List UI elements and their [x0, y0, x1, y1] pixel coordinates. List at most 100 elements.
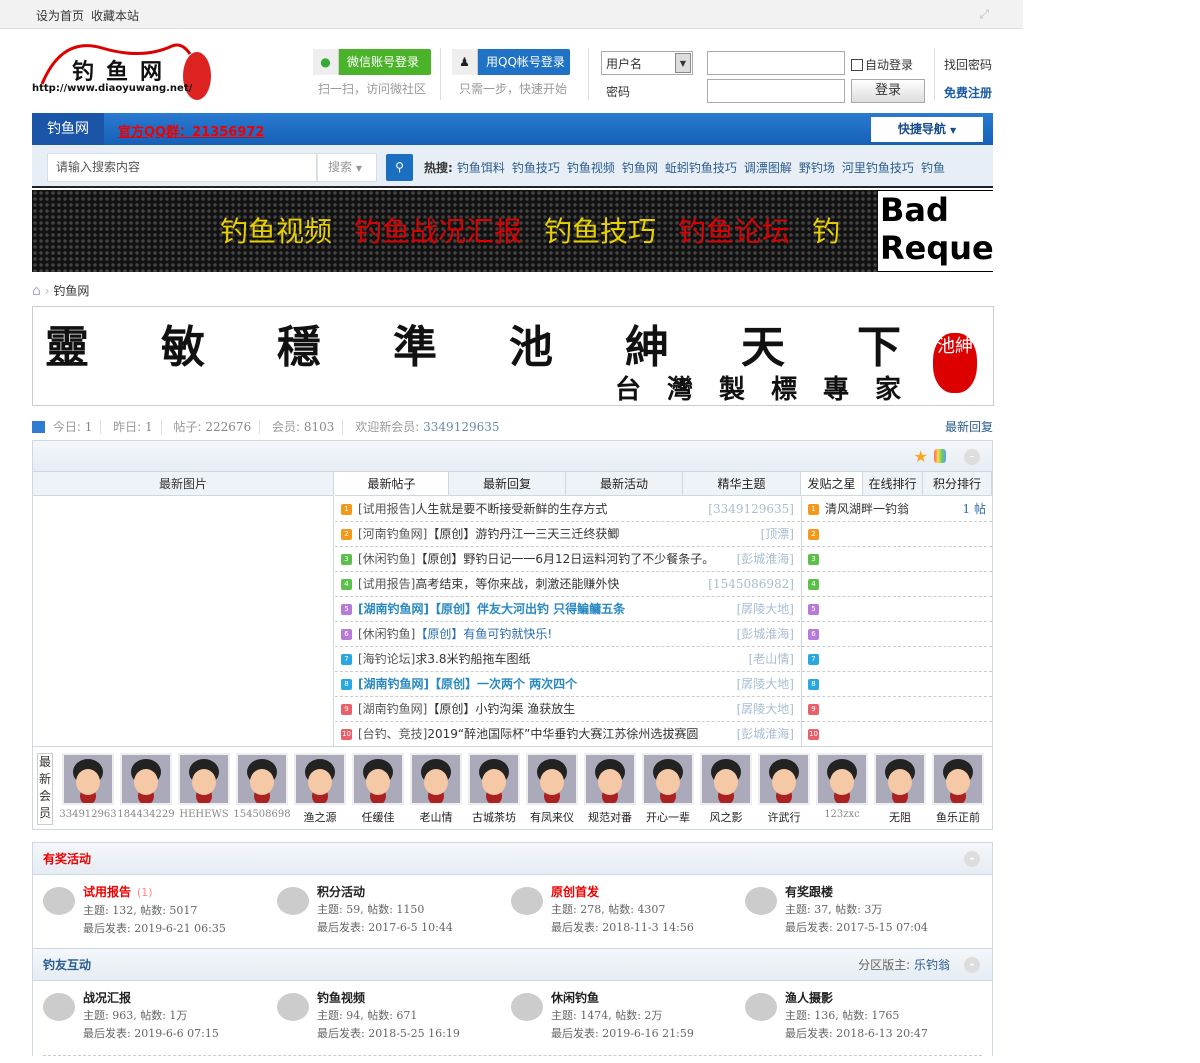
- member-name[interactable]: 有凤来仪: [523, 809, 581, 825]
- post-author[interactable]: [3349129635]: [708, 497, 794, 521]
- avatar[interactable]: [410, 753, 462, 805]
- banner-item[interactable]: 钓鱼视频: [220, 215, 332, 248]
- site-logo[interactable]: 钓鱼网 http://www.diaoyuwang.net/: [32, 36, 222, 106]
- member-item[interactable]: 334912963: [59, 753, 117, 825]
- avatar[interactable]: [932, 753, 984, 805]
- member-name[interactable]: 123zxc: [813, 809, 871, 820]
- member-item[interactable]: 有凤来仪: [523, 753, 581, 825]
- post-category[interactable]: [试用报告]: [358, 577, 415, 591]
- hot-search-link[interactable]: 河里钓鱼技巧: [842, 161, 914, 175]
- search-type-select[interactable]: 搜索 ▼: [317, 153, 377, 182]
- banner-item[interactable]: 钓鱼战况汇报: [354, 215, 522, 248]
- post-title[interactable]: 高考结束，等你来战，刺激还能赚外快: [415, 577, 619, 591]
- member-name[interactable]: 老山情: [407, 809, 465, 825]
- member-item[interactable]: 风之影: [697, 753, 755, 825]
- search-input[interactable]: 请输入搜索内容: [47, 153, 317, 182]
- member-name[interactable]: 任缓佳: [349, 809, 407, 825]
- hot-search-link[interactable]: 钓鱼网: [622, 161, 658, 175]
- forum-name[interactable]: 战况汇报: [83, 991, 131, 1005]
- post-author[interactable]: [彭城淮海]: [737, 722, 794, 746]
- member-name[interactable]: 154508698: [233, 809, 291, 820]
- post-row[interactable]: 4 [试用报告]高考结束，等你来战，刺激还能赚外快 [1545086982]: [335, 572, 800, 597]
- forum-last-post[interactable]: 最后发表: 2018-11-3 14:56: [551, 919, 735, 937]
- collapse-icon[interactable]: -: [964, 851, 980, 867]
- post-category[interactable]: [休闲钓鱼]: [358, 627, 415, 641]
- post-row[interactable]: 2 [河南钓鱼网]【原创】游钓丹江一三天三迁终获鲫 [顶漂]: [335, 522, 800, 547]
- forum-item[interactable]: 有奖跟楼 主题: 37, 帖数: 3万 最后发表: 2017-5-15 07:04: [735, 883, 969, 949]
- newest-member-link[interactable]: 3349129635: [423, 420, 499, 434]
- member-item[interactable]: 许武行: [755, 753, 813, 825]
- moderator-link[interactable]: 乐钓翁: [914, 958, 950, 972]
- post-category[interactable]: [湖南钓鱼网]: [358, 602, 429, 616]
- forum-name[interactable]: 原创首发: [551, 885, 599, 899]
- post-row[interactable]: 3 [休闲钓鱼]【原创】野钓日记一一6月12日运料河钓了不少餐条子。 [彭城淮海]: [335, 547, 800, 572]
- forum-name[interactable]: 钓鱼视频: [317, 991, 365, 1005]
- post-author[interactable]: [孱陵大地]: [737, 697, 794, 721]
- post-title[interactable]: 【原创】一次两个 两次四个: [429, 677, 577, 691]
- avatar[interactable]: [178, 753, 230, 805]
- member-item[interactable]: 184434229: [117, 753, 175, 825]
- fullscreen-icon[interactable]: ⤢: [979, 7, 989, 22]
- member-item[interactable]: 规范对番: [581, 753, 639, 825]
- member-item[interactable]: 老山情: [407, 753, 465, 825]
- forum-name[interactable]: 试用报告: [83, 885, 131, 899]
- post-author[interactable]: [老山情]: [749, 647, 794, 671]
- avatar[interactable]: [526, 753, 578, 805]
- avatar[interactable]: [816, 753, 868, 805]
- post-row[interactable]: 1 [试用报告]人生就是要不断接受新鲜的生存方式 [3349129635]: [335, 497, 800, 522]
- forum-last-post[interactable]: 最后发表: 2018-6-13 20:47: [785, 1025, 969, 1043]
- member-name[interactable]: 古城茶坊: [465, 809, 523, 825]
- forum-last-post[interactable]: 最后发表: 2019-6-6 07:15: [83, 1025, 267, 1043]
- member-name[interactable]: 184434229: [117, 809, 175, 820]
- qq-group-link[interactable]: 官方QQ群：21356972: [118, 121, 264, 140]
- post-row[interactable]: 5 [湖南钓鱼网]【原创】伴友大河出钓 只得鳊鳙五条 [孱陵大地]: [335, 597, 800, 622]
- tab-posts-2[interactable]: 最新活动: [566, 472, 683, 495]
- member-name[interactable]: 334912963: [59, 809, 117, 820]
- section-header[interactable]: 钓友互动 分区版主: 乐钓翁 -: [33, 949, 992, 981]
- post-row[interactable]: 8 [湖南钓鱼网]【原创】一次两个 两次四个 [孱陵大地]: [335, 672, 800, 697]
- post-title[interactable]: 2019“醉池国际杯”中华垂钓大赛江苏徐州选拔赛圆: [427, 727, 698, 741]
- post-author[interactable]: [彭城淮海]: [737, 622, 794, 646]
- forum-item[interactable]: 积分活动 主题: 59, 帖数: 1150 最后发表: 2017-6-5 10:44: [267, 883, 501, 949]
- post-title[interactable]: 【原创】有鱼可钓就快乐!: [415, 627, 552, 641]
- avatar[interactable]: [758, 753, 810, 805]
- member-name[interactable]: 开心一辈: [639, 809, 697, 825]
- section-title[interactable]: 钓友互动: [43, 958, 91, 972]
- member-name[interactable]: HEHEWS: [175, 809, 233, 820]
- forum-name[interactable]: 积分活动: [317, 885, 365, 899]
- breadcrumb-current[interactable]: 钓鱼网: [53, 284, 89, 298]
- tab-rank-2[interactable]: 积分排行: [923, 472, 992, 495]
- post-category[interactable]: [河南钓鱼网]: [358, 527, 427, 541]
- forum-name[interactable]: 休闲钓鱼: [551, 991, 599, 1005]
- nav-home[interactable]: 钓鱼网: [32, 113, 104, 145]
- post-author[interactable]: [1545086982]: [708, 572, 794, 596]
- post-row[interactable]: 6 [休闲钓鱼]【原创】有鱼可钓就快乐! [彭城淮海]: [335, 622, 800, 647]
- avatar[interactable]: [236, 753, 288, 805]
- collapse-icon[interactable]: -: [964, 957, 980, 973]
- rank-user[interactable]: 清风湖畔一钓翁: [825, 502, 909, 516]
- post-category[interactable]: [湖南钓鱼网]: [358, 677, 429, 691]
- member-name[interactable]: 无阻: [871, 809, 929, 825]
- member-item[interactable]: 123zxc: [813, 753, 871, 825]
- tab-posts-1[interactable]: 最新回复: [449, 472, 566, 495]
- search-button[interactable]: ⚲: [386, 154, 413, 181]
- post-title[interactable]: 求3.8米钓船拖车图纸: [415, 652, 530, 666]
- avatar[interactable]: [352, 753, 404, 805]
- forum-item[interactable]: 原创首发 主题: 278, 帖数: 4307 最后发表: 2018-11-3 14:…: [501, 883, 735, 949]
- forgot-password-link[interactable]: 找回密码: [944, 56, 992, 73]
- hot-search-link[interactable]: 野钓场: [799, 161, 835, 175]
- username-input[interactable]: [707, 51, 845, 75]
- banner-ad[interactable]: 钓鱼视频 钓鱼战况汇报 钓鱼技巧 钓鱼论坛钓: [32, 190, 878, 272]
- username-type-select[interactable]: 用户名 ▼: [601, 51, 693, 75]
- post-title[interactable]: 人生就是要不断接受新鲜的生存方式: [415, 502, 607, 516]
- member-item[interactable]: 渔之源: [291, 753, 349, 825]
- post-author[interactable]: [彭城淮海]: [737, 547, 794, 571]
- wechat-login-button[interactable]: ● 微信账号登录: [313, 49, 431, 75]
- avatar[interactable]: [120, 753, 172, 805]
- register-link[interactable]: 免费注册: [944, 84, 992, 101]
- hot-search-link[interactable]: 钓鱼饵料: [457, 161, 505, 175]
- avatar[interactable]: [62, 753, 114, 805]
- avatar[interactable]: [294, 753, 346, 805]
- forum-item[interactable]: 试用报告 (1) 主题: 132, 帖数: 5017 最后发表: 2019-6-21 …: [33, 883, 267, 949]
- member-item[interactable]: 154508698: [233, 753, 291, 825]
